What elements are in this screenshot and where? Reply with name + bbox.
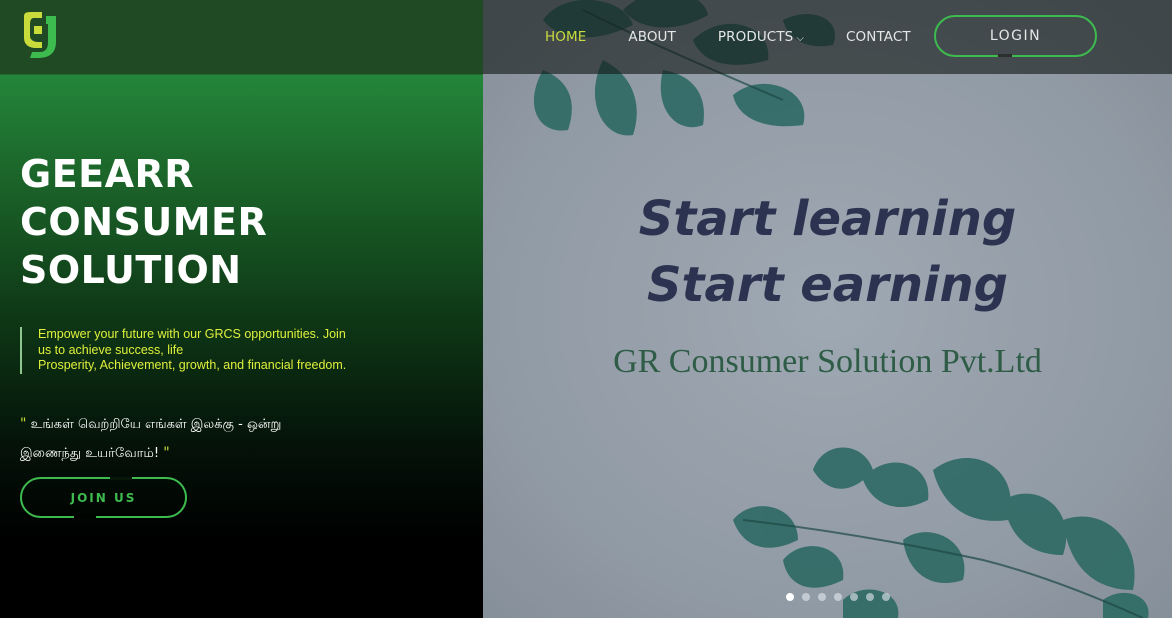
chevron-down-icon: ⌵ [796, 33, 805, 44]
tagline-line-2: us to achieve success, life [38, 342, 184, 357]
quote-open-mark: " [20, 416, 27, 432]
quote-line-2: இணைந்து உயர்வோம்! [20, 446, 160, 461]
slider-dot-4[interactable] [834, 593, 842, 601]
slide-company-name: GR Consumer Solution Pvt.Ltd [613, 343, 1042, 380]
slider-dot-6[interactable] [866, 593, 874, 601]
nav-contact[interactable]: CONTACT [846, 29, 911, 45]
nav-products[interactable]: PRODUCTS ⌵ [718, 29, 804, 45]
nav-home[interactable]: HOME [545, 29, 586, 45]
hero-panel [0, 0, 483, 618]
slider-dot-2[interactable] [802, 593, 810, 601]
title-line-3: SOLUTION [20, 248, 242, 292]
slider-dot-5[interactable] [850, 593, 858, 601]
login-button[interactable]: LOGIN [934, 15, 1097, 57]
slide-heading-line-2: Start earning [646, 257, 1008, 313]
slider-dot-7[interactable] [882, 593, 890, 601]
slider-dots [786, 593, 890, 601]
join-us-label: JOIN US [70, 490, 137, 505]
nav-about[interactable]: ABOUT [628, 29, 676, 45]
tagline-line-3: Prosperity, Achievement, growth, and fin… [38, 358, 347, 372]
gr-logo-icon[interactable] [20, 12, 60, 60]
main-nav: HOME ABOUT PRODUCTS ⌵ CONTACT [545, 0, 953, 74]
tamil-quote: " உங்கள் வெற்றியே எங்கள் இலக்கு - ஒன்று … [20, 410, 350, 468]
slider-dot-1[interactable] [786, 593, 794, 601]
hero-tagline: Empower your future with our GRCS opport… [20, 327, 388, 374]
login-button-label: LOGIN [989, 28, 1042, 44]
nav-products-label: PRODUCTS [717, 29, 794, 45]
quote-line-1: உங்கள் வெற்றியே எங்கள் இலக்கு - ஒன்று [30, 417, 282, 432]
top-navbar: HOME ABOUT PRODUCTS ⌵ CONTACT LOGIN [0, 0, 1172, 74]
tagline-line-1: Empower your future with our GRCS opport… [38, 327, 346, 341]
page-title: GEEARR CONSUMER SOLUTION [20, 150, 267, 294]
title-line-1: GEEARR [20, 152, 195, 196]
quote-close-mark: " [163, 445, 170, 461]
join-us-button[interactable]: JOIN US [20, 477, 187, 518]
title-line-2: CONSUMER [20, 200, 268, 244]
slide-heading-line-1: Start learning [638, 191, 1017, 247]
slide-heading: Start learning Start earning [483, 186, 1172, 318]
slider-dot-3[interactable] [818, 593, 826, 601]
